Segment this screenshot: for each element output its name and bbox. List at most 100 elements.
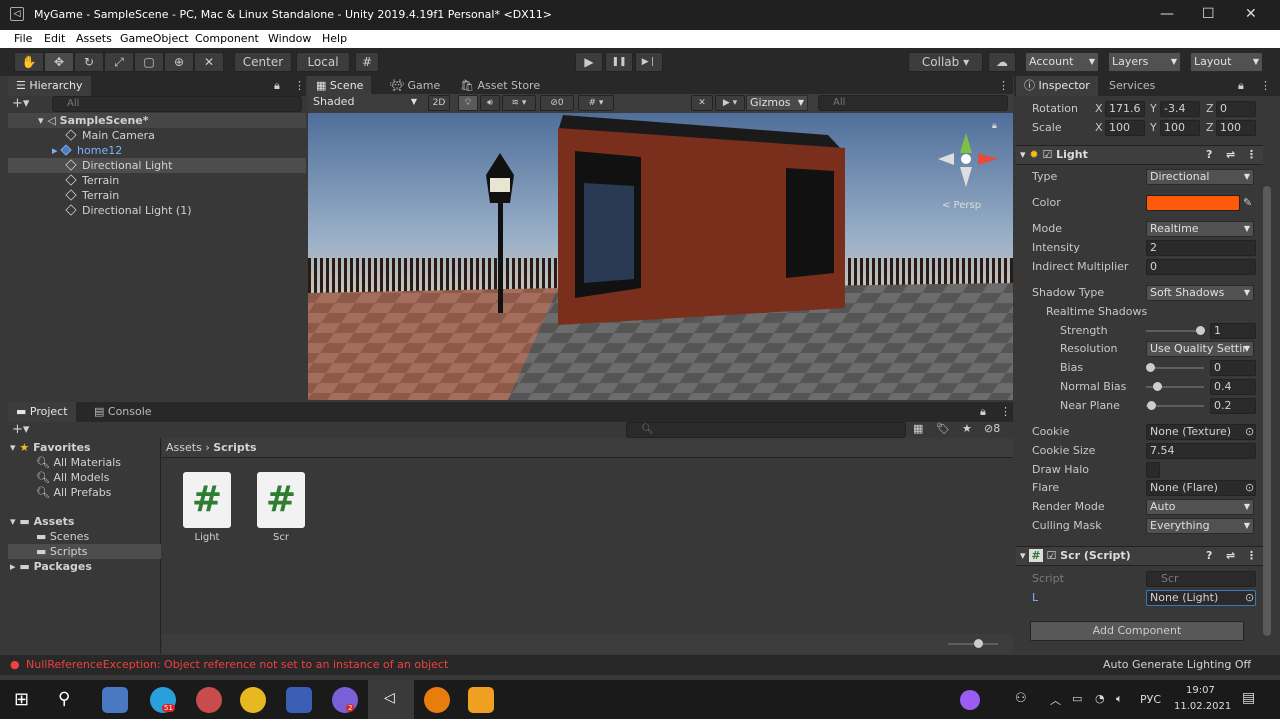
cookie-size-field[interactable]: 7.54: [1146, 443, 1256, 459]
error-message[interactable]: NullReferenceException: Object reference…: [26, 658, 448, 671]
more-icon[interactable]: ⋮: [1246, 547, 1257, 565]
clock-time[interactable]: 19:07: [1186, 685, 1215, 696]
move-tool-icon[interactable]: ✥: [44, 52, 74, 72]
icon-size-slider[interactable]: [948, 643, 998, 645]
bias-knob[interactable]: [1146, 363, 1155, 372]
blender-icon[interactable]: [424, 687, 450, 713]
preset-icon[interactable]: ⇌: [1226, 547, 1235, 565]
close-button[interactable]: ✕: [1245, 6, 1257, 22]
menu-gameobject[interactable]: GameObject: [120, 32, 189, 45]
rotate-tool-icon[interactable]: ↻: [74, 52, 104, 72]
tab-scene[interactable]: ▦ Scene: [308, 76, 372, 96]
scene-search-input[interactable]: All: [818, 95, 1008, 111]
foldout-arrow-icon[interactable]: ▾: [1020, 148, 1026, 161]
notifications-icon[interactable]: ▤: [1242, 690, 1255, 706]
script-file-icon[interactable]: #: [257, 472, 305, 528]
scale-tool-icon[interactable]: ⤢: [104, 52, 134, 72]
2d-toggle[interactable]: 2D: [428, 95, 450, 111]
tab-hierarchy[interactable]: ☰ Hierarchy: [8, 76, 91, 96]
file-label[interactable]: Light: [183, 532, 231, 543]
scale-z-field[interactable]: 100: [1216, 120, 1256, 136]
viber-icon[interactable]: [332, 687, 358, 713]
culling-mask-dropdown[interactable]: Everything: [1146, 518, 1254, 534]
foldout-arrow-icon[interactable]: ▾: [1020, 549, 1026, 562]
menu-file[interactable]: File: [14, 32, 32, 45]
calculator-icon[interactable]: [102, 687, 128, 713]
add-icon[interactable]: +▾: [12, 96, 29, 111]
more-icon[interactable]: ⋮: [1260, 79, 1271, 92]
grid-snap-icon[interactable]: #: [355, 52, 379, 72]
hand-tool-icon[interactable]: ✋: [14, 52, 44, 72]
hierarchy-item-prefab[interactable]: ▸ home12: [16, 143, 314, 158]
step-button[interactable]: ▶❘: [635, 52, 663, 72]
windows-start-icon[interactable]: ⊞: [14, 689, 29, 710]
preset-icon[interactable]: ⇌: [1226, 146, 1235, 164]
scale-y-field[interactable]: 100: [1160, 120, 1200, 136]
camera-dropdown-icon[interactable]: ▶ ▾: [715, 95, 745, 111]
enabled-checkbox[interactable]: ☑: [1042, 148, 1052, 161]
inspector-scrollbar[interactable]: [1263, 186, 1271, 636]
shadow-type-dropdown[interactable]: Soft Shadows: [1146, 285, 1254, 301]
filter-type-icon[interactable]: ▦: [913, 422, 923, 435]
menu-assets[interactable]: Assets: [76, 32, 112, 45]
icon-size-knob[interactable]: [974, 639, 983, 648]
normal-bias-field[interactable]: 0.4: [1210, 379, 1256, 395]
menu-help[interactable]: Help: [322, 32, 347, 45]
add-component-button[interactable]: Add Component: [1030, 621, 1244, 641]
cloud-icon[interactable]: ☁: [988, 52, 1016, 72]
indirect-multiplier-field[interactable]: 0: [1146, 259, 1256, 275]
sublime-text-icon[interactable]: [468, 687, 494, 713]
rect-tool-icon[interactable]: ▢: [134, 52, 164, 72]
clock-date[interactable]: 11.02.2021: [1174, 701, 1231, 712]
audio-toggle-icon[interactable]: 🔊︎: [480, 95, 500, 111]
hidden-objects-icon[interactable]: ⊘0: [540, 95, 574, 111]
pause-button[interactable]: ❚❚: [605, 52, 633, 72]
app-icon[interactable]: [196, 687, 222, 713]
lock-icon[interactable]: 🔒︎: [980, 405, 986, 419]
layout-dropdown[interactable]: Layout: [1190, 52, 1263, 72]
scale-x-field[interactable]: 100: [1105, 120, 1145, 136]
volume-icon[interactable]: 🔈︎: [1116, 692, 1123, 706]
scene-root[interactable]: ▾ ◁ SampleScene*: [8, 113, 306, 128]
lighting-status[interactable]: Auto Generate Lighting Off: [1103, 658, 1251, 671]
render-mode-dropdown[interactable]: Auto: [1146, 499, 1254, 515]
tab-console[interactable]: ▤ Console: [86, 402, 160, 422]
menu-edit[interactable]: Edit: [44, 32, 65, 45]
help-icon[interactable]: ?: [1206, 547, 1212, 565]
light-color-field[interactable]: [1146, 195, 1240, 211]
hierarchy-item[interactable]: Directional Light (1): [16, 203, 314, 218]
add-icon[interactable]: +▾: [12, 422, 29, 437]
hierarchy-item[interactable]: Terrain: [16, 188, 314, 203]
wifi-icon[interactable]: ◔: [1095, 692, 1105, 705]
file-label[interactable]: Scr: [257, 532, 305, 543]
rotation-z-field[interactable]: 0: [1216, 101, 1256, 117]
minimize-button[interactable]: —: [1160, 6, 1174, 22]
hidden-packages-icon[interactable]: ⊘8: [984, 422, 1000, 435]
menu-window[interactable]: Window: [268, 32, 311, 45]
object-picker-icon[interactable]: ⊙: [1245, 479, 1254, 497]
menu-component[interactable]: Component: [195, 32, 259, 45]
light-type-dropdown[interactable]: Directional: [1146, 169, 1254, 185]
script-file-icon[interactable]: #: [183, 472, 231, 528]
script-component-header[interactable]: ▾ # ☑ Scr (Script) ? ⇌ ⋮: [1016, 546, 1263, 566]
normal-bias-knob[interactable]: [1153, 382, 1162, 391]
light-component-header[interactable]: ▾ ✹ ☑ Light ? ⇌ ⋮: [1016, 145, 1263, 165]
tab-project[interactable]: ▬ Project: [8, 402, 76, 422]
hierarchy-item[interactable]: Main Camera: [16, 128, 314, 143]
draw-halo-checkbox[interactable]: [1146, 462, 1160, 478]
effects-dropdown-icon[interactable]: ≋ ▾: [502, 95, 536, 111]
object-picker-icon[interactable]: ⊙: [1245, 423, 1254, 441]
flare-field[interactable]: None (Flare): [1146, 480, 1256, 496]
favorite-star-icon[interactable]: ★: [962, 422, 972, 435]
scene-viewport[interactable]: < Persp 🔒︎: [308, 113, 1013, 400]
tray-chevron-icon[interactable]: ︿: [1050, 692, 1061, 708]
maximize-button[interactable]: ☐: [1202, 6, 1215, 22]
pivot-local-button[interactable]: Local: [296, 52, 350, 72]
light-mode-dropdown[interactable]: Realtime: [1146, 221, 1254, 237]
play-button[interactable]: ▶: [575, 52, 603, 72]
more-icon[interactable]: ⋮: [1246, 146, 1257, 164]
persp-label[interactable]: < Persp: [942, 200, 981, 211]
tab-asset-store[interactable]: 🛍︎ Asset Store: [452, 76, 548, 96]
pivot-center-button[interactable]: Center: [234, 52, 292, 72]
rotation-x-field[interactable]: 171.6: [1105, 101, 1145, 117]
